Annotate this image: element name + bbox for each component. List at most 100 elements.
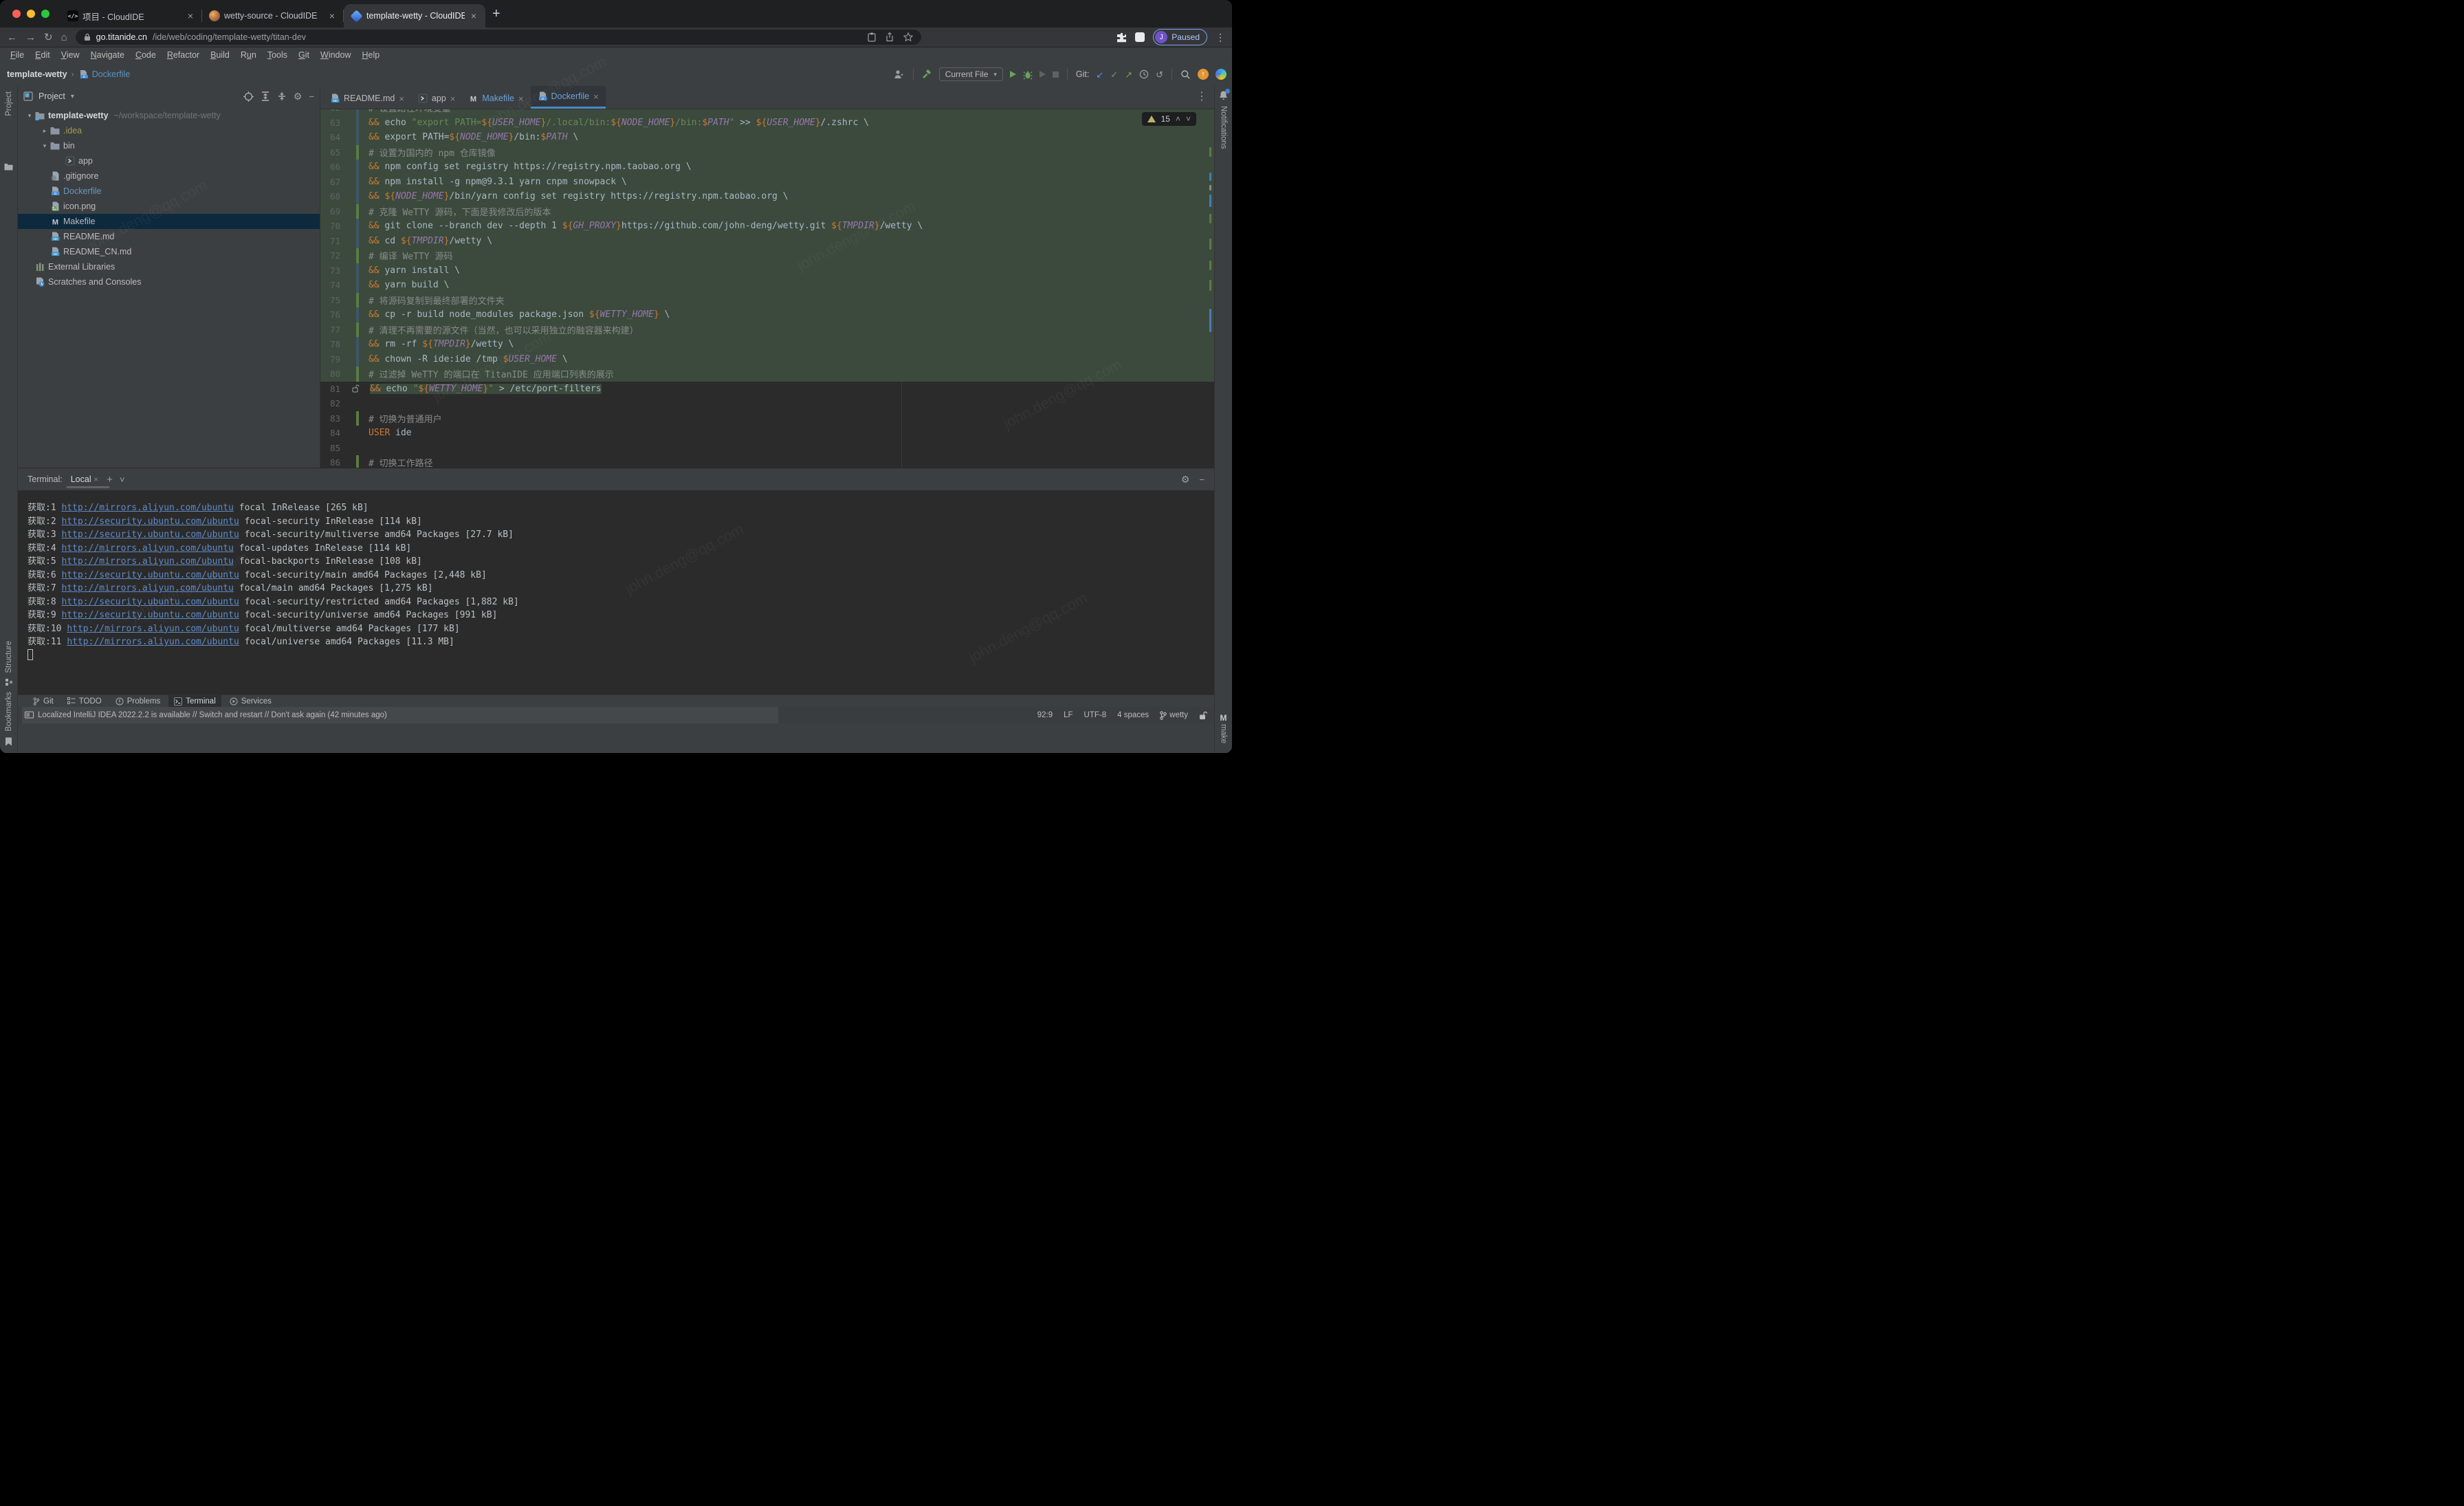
bookmark-icon[interactable] — [5, 737, 12, 746]
new-tab-button[interactable]: + — [492, 6, 500, 22]
expand-all-icon[interactable] — [261, 91, 270, 101]
editor-code-area[interactable]: 62# 设置路径环境变量63&& echo "export PATH=${USE… — [320, 109, 1214, 468]
gear-icon[interactable]: ⚙ — [294, 91, 302, 101]
inspections-widget[interactable]: 15 ˄ ˅ — [1142, 112, 1196, 126]
terminal-link[interactable]: http://security.ubuntu.com/ubuntu — [61, 516, 239, 527]
line-separator[interactable]: LF — [1064, 711, 1072, 719]
update-available-icon[interactable]: ↑ — [1198, 69, 1209, 80]
code-line-76[interactable]: 76&& cp -r build node_modules package.js… — [320, 307, 1214, 323]
menu-view[interactable]: View — [56, 49, 85, 61]
file-encoding[interactable]: UTF-8 — [1084, 711, 1107, 719]
code-line-85[interactable]: 85 — [320, 441, 1214, 456]
menu-code[interactable]: Code — [131, 49, 161, 61]
tree-item-icon.png[interactable]: icon.png — [18, 199, 320, 214]
coverage-button[interactable] — [1040, 71, 1046, 78]
rollback-icon[interactable]: ↺ — [1156, 70, 1163, 79]
close-icon[interactable]: × — [94, 474, 98, 484]
caret-position[interactable]: 92:9 — [1037, 711, 1053, 719]
toolwindow-problems[interactable]: Problems — [110, 695, 166, 708]
tab-close-icon[interactable]: × — [593, 91, 599, 102]
hide-panel-icon[interactable]: − — [309, 92, 314, 101]
code-line-77[interactable]: 77# 清理不再需要的源文件（当然，也可以采用独立的融容器来构建） — [320, 323, 1214, 338]
stop-button[interactable] — [1053, 72, 1059, 78]
code-line-67[interactable]: 67&& npm install -g npm@9.3.1 yarn cnpm … — [320, 175, 1214, 190]
code-line-72[interactable]: 72# 编译 WeTTY 源码 — [320, 248, 1214, 263]
code-line-63[interactable]: 63&& echo "export PATH=${USER_HOME}/.loc… — [320, 116, 1214, 131]
terminal-link[interactable]: http://mirrors.aliyun.com/ubuntu — [61, 503, 233, 513]
forward-icon[interactable]: → — [25, 32, 36, 43]
menu-run[interactable]: Run — [236, 49, 261, 61]
tree-item-README_CN.md[interactable]: MDREADME_CN.md — [18, 244, 320, 259]
terminal-link[interactable]: http://security.ubuntu.com/ubuntu — [61, 570, 239, 580]
tool-stripe-structure[interactable]: Structure — [5, 641, 13, 673]
tab-close-icon[interactable]: × — [518, 94, 524, 104]
side-panel-icon[interactable] — [1135, 32, 1145, 42]
search-icon[interactable] — [1180, 69, 1191, 80]
terminal-link[interactable]: http://security.ubuntu.com/ubuntu — [61, 530, 239, 540]
run-config-dropdown[interactable]: Current File ▾ — [939, 67, 1003, 81]
tree-item-.idea[interactable]: ▸.idea — [18, 123, 320, 138]
user-settings-icon[interactable] — [894, 69, 905, 79]
menu-git[interactable]: Git — [294, 49, 314, 61]
breadcrumb-file[interactable]: Dockerfile — [92, 69, 131, 79]
toolwindow-terminal[interactable]: Terminal — [168, 695, 221, 708]
code-line-80[interactable]: 80# 过滤掉 WeTTY 的端口在 TitanIDE 应用端口列表的展示 — [320, 367, 1214, 382]
menu-navigate[interactable]: Navigate — [86, 49, 129, 61]
chevron-down-icon[interactable]: ▾ — [71, 93, 74, 100]
browser-tab[interactable]: template-wetty - CloudIDE× — [344, 4, 485, 28]
code-line-84[interactable]: 84USER ide — [320, 426, 1214, 441]
home-icon[interactable]: ⌂ — [61, 32, 67, 43]
terminal-link[interactable]: http://mirrors.aliyun.com/ubuntu — [61, 556, 233, 567]
git-branch-widget[interactable]: wetty — [1160, 711, 1188, 720]
tab-close-icon[interactable]: × — [399, 94, 404, 104]
editor-tab-Makefile[interactable]: MMakefile× — [462, 88, 530, 109]
debug-bug-icon[interactable] — [1023, 69, 1033, 80]
next-warning-icon[interactable]: ˅ — [1186, 114, 1191, 124]
editor-tab-options-icon[interactable]: ⋮ — [1196, 89, 1207, 103]
tree-item-bin[interactable]: ▾bin — [18, 138, 320, 153]
new-terminal-icon[interactable]: + — [107, 474, 113, 485]
terminal-dropdown-icon[interactable]: ˅ — [120, 475, 125, 484]
build-hammer-icon[interactable] — [922, 69, 932, 80]
tool-stripe-make[interactable]: make — [1220, 724, 1228, 743]
code-line-70[interactable]: 70&& git clone --branch dev --depth 1 ${… — [320, 219, 1214, 234]
history-clock-icon[interactable] — [1139, 69, 1149, 79]
tree-item-ExternalLibraries[interactable]: External Libraries — [18, 259, 320, 274]
toolwindow-git[interactable]: Git — [28, 695, 59, 708]
unlock-icon[interactable] — [1199, 711, 1207, 720]
structure-icon[interactable] — [5, 678, 13, 686]
tool-stripe-notifications[interactable]: Notifications — [1220, 106, 1228, 149]
share-icon[interactable] — [886, 32, 894, 42]
code-line-62[interactable]: 62# 设置路径环境变量 — [320, 109, 1214, 116]
reload-icon[interactable]: ↻ — [44, 32, 53, 43]
terminal-settings-gear-icon[interactable]: ⚙ — [1181, 474, 1190, 484]
menu-window[interactable]: Window — [316, 49, 355, 61]
maximize-window-button[interactable] — [41, 10, 50, 18]
tab-close-icon[interactable]: × — [186, 10, 195, 21]
terminal-link[interactable]: http://mirrors.aliyun.com/ubuntu — [61, 543, 233, 554]
tree-item-.gitignore[interactable]: .gitignore — [18, 168, 320, 184]
editor-tab-app[interactable]: app× — [411, 88, 462, 109]
menu-refactor[interactable]: Refactor — [162, 49, 204, 61]
clipboard-icon[interactable] — [868, 32, 876, 42]
back-icon[interactable]: ← — [7, 32, 17, 43]
editor-tab-README.md[interactable]: MDREADME.md× — [323, 88, 411, 109]
code-line-69[interactable]: 69# 克隆 WeTTY 源码，下面是我修改后的版本 — [320, 204, 1214, 219]
status-message-strip[interactable]: Localized IntelliJ IDEA 2022.2.2 is avai… — [22, 707, 778, 723]
code-line-65[interactable]: 65# 设置为国内的 npm 仓库镜像 — [320, 145, 1214, 160]
git-push-icon[interactable]: ↗ — [1125, 70, 1132, 79]
code-line-73[interactable]: 73&& yarn install \ — [320, 263, 1214, 279]
code-line-79[interactable]: 79&& chown -R ide:ide /tmp $USER_HOME \ — [320, 352, 1214, 367]
tree-item-ScratchesandConsoles[interactable]: Scratches and Consoles — [18, 274, 320, 290]
bookmark-star-icon[interactable] — [903, 32, 913, 42]
tree-item-Dockerfile[interactable]: DDockerfile — [18, 184, 320, 199]
terminal-link[interactable]: http://security.ubuntu.com/ubuntu — [61, 610, 239, 620]
locate-file-icon[interactable] — [243, 91, 254, 102]
tree-item-Makefile[interactable]: MMakefile — [18, 214, 320, 229]
git-commit-icon[interactable]: ✓ — [1110, 70, 1118, 79]
tab-close-icon[interactable]: × — [469, 10, 478, 21]
status-message[interactable]: Localized IntelliJ IDEA 2022.2.2 is avai… — [38, 711, 387, 719]
code-line-81[interactable]: 81&& echo "${WETTY_HOME}" > /etc/port-fi… — [320, 382, 1214, 397]
tab-close-icon[interactable]: × — [327, 10, 337, 21]
menu-tools[interactable]: Tools — [263, 49, 292, 61]
